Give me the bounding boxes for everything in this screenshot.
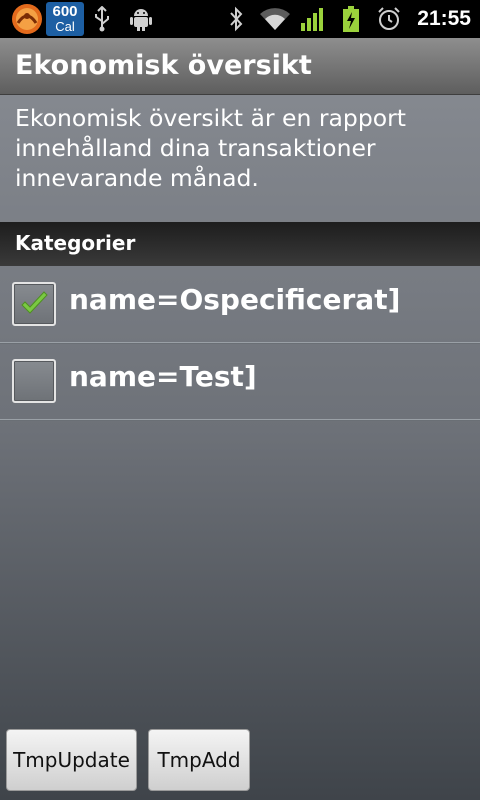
clock: 21:55: [417, 7, 471, 30]
alarm-icon: [376, 3, 402, 35]
app-logo-icon: [10, 3, 44, 35]
tmp-update-button[interactable]: TmpUpdate: [6, 729, 137, 791]
page-title: Ekonomisk översikt: [15, 50, 312, 81]
bluetooth-icon: [227, 3, 245, 35]
checkbox-unchecked[interactable]: [12, 359, 56, 403]
tmp-add-button[interactable]: TmpAdd: [148, 729, 250, 791]
calorie-unit: Cal: [55, 19, 75, 34]
list-item-label: name=Test]: [69, 360, 257, 393]
wifi-icon: [258, 3, 292, 35]
checkbox-checked[interactable]: [12, 282, 56, 326]
categories-header: Kategorier: [0, 222, 480, 266]
status-bar: 600 Cal 21:55: [0, 0, 480, 38]
calorie-value: 600: [52, 3, 78, 20]
usb-icon: [92, 3, 112, 35]
categories-header-label: Kategorier: [15, 231, 136, 255]
list-item-test[interactable]: name=Test]: [0, 343, 480, 420]
list-item-ospecificerat[interactable]: name=Ospecificerat]: [0, 266, 480, 343]
report-description: Ekonomisk översikt är en rapport innehål…: [15, 104, 406, 192]
list-item-label: name=Ospecificerat]: [69, 283, 401, 316]
signal-icon: [300, 3, 326, 35]
checkmark-icon: [21, 291, 48, 314]
calorie-badge: 600 Cal: [46, 2, 84, 36]
battery-charging-icon: [340, 3, 362, 35]
android-debug-icon: [128, 3, 154, 35]
title-bar: Ekonomisk översikt: [0, 38, 480, 95]
